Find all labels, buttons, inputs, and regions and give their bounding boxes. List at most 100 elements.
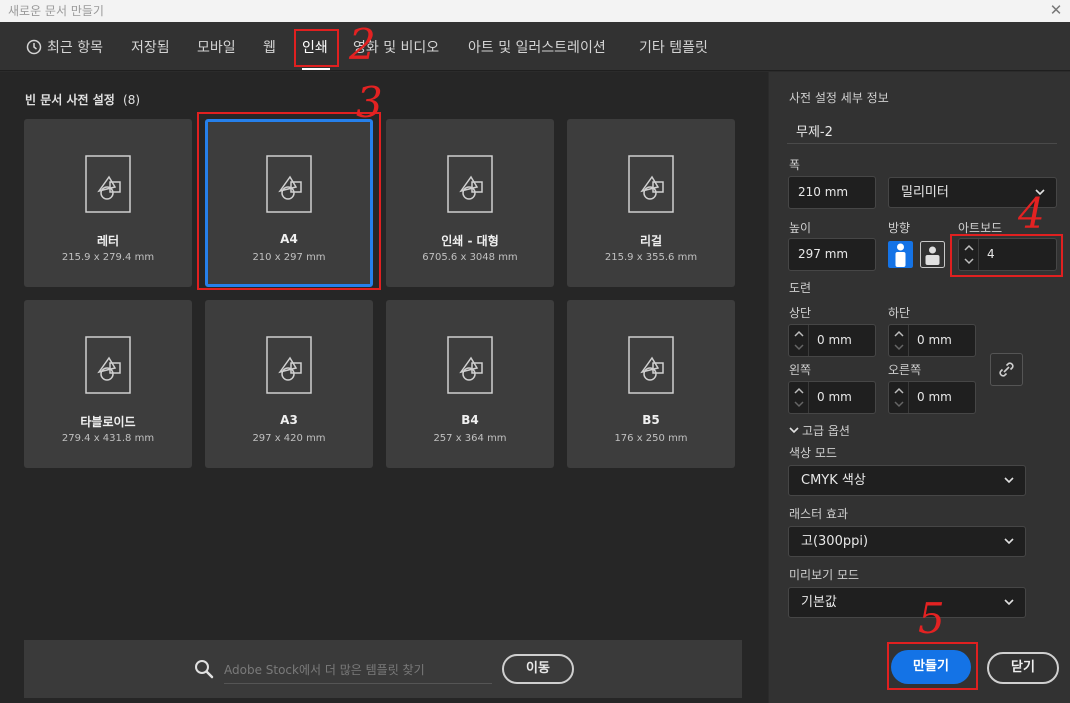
bleed-left-value: 0 mm (817, 390, 852, 404)
raster-effects-value: 고(300ppi) (801, 534, 869, 549)
chevron-up-icon[interactable] (894, 387, 904, 395)
preset-size: 279.4 x 431.8 mm (61, 433, 155, 444)
chevron-down-icon[interactable] (894, 400, 904, 408)
bleed-bottom-label: 하단 (888, 306, 911, 320)
document-icon (447, 155, 493, 213)
active-tab-indicator (302, 68, 330, 70)
color-mode-select[interactable]: CMYK 색상 (788, 465, 1026, 496)
presets-title-text: 빈 문서 사전 설정 (25, 93, 115, 107)
link-bleed-button[interactable] (990, 353, 1023, 386)
details-header: 사전 설정 세부 정보 (789, 91, 889, 105)
close-button[interactable]: 닫기 (987, 652, 1059, 684)
annotation-box-a4-card (197, 112, 381, 290)
preset-name: 리걸 (639, 234, 663, 248)
color-mode-value: CMYK 색상 (801, 473, 866, 488)
tab-recent[interactable]: 최근 항목 (26, 37, 103, 57)
document-icon (628, 336, 674, 394)
bleed-right-stepper[interactable]: 0 mm (888, 381, 976, 414)
tab-saved[interactable]: 저장됨 (131, 37, 170, 57)
bleed-left-label: 왼쪽 (789, 363, 812, 377)
width-label: 폭 (789, 158, 801, 172)
annotation-box-create (887, 642, 978, 690)
chevron-down-icon[interactable] (794, 343, 804, 351)
height-field[interactable]: 297 mm (788, 238, 876, 271)
preview-mode-label: 미리보기 모드 (789, 568, 860, 582)
preset-name: B4 (461, 413, 479, 427)
bleed-right-label: 오른쪽 (888, 363, 922, 377)
annotation-number-3: 3 (356, 78, 383, 127)
orientation-label: 방향 (888, 221, 911, 235)
document-name-field[interactable]: 무제-2 (787, 118, 1057, 144)
bleed-left-stepper[interactable]: 0 mm (788, 381, 876, 414)
stepper-arrows[interactable] (789, 325, 809, 356)
chevron-up-icon[interactable] (894, 330, 904, 338)
chevron-down-icon (1004, 599, 1014, 606)
preset-size: 176 x 250 mm (614, 433, 688, 444)
landscape-orientation-icon[interactable] (920, 241, 945, 268)
preset-size: 297 x 420 mm (252, 433, 326, 444)
window-titlebar: 새로운 문서 만들기 ✕ (0, 0, 1070, 22)
color-mode-label: 색상 모드 (789, 446, 837, 460)
preset-card-legal[interactable]: 리걸 215.9 x 355.6 mm (567, 119, 735, 287)
document-icon (85, 336, 131, 394)
advanced-options-toggle[interactable]: 고급 옵션 (789, 422, 850, 439)
chevron-down-icon[interactable] (794, 400, 804, 408)
preset-size: 257 x 364 mm (433, 433, 507, 444)
preset-name: 레터 (96, 234, 120, 248)
preset-card-a3[interactable]: A3 297 x 420 mm (205, 300, 373, 468)
category-tabbar: 최근 항목 저장됨 모바일 웹 인쇄 영화 및 비디오 아트 및 일러스트레이션… (0, 22, 1070, 71)
chevron-down-icon (1004, 477, 1014, 484)
search-icon[interactable] (194, 659, 214, 679)
preset-size: 215.9 x 355.6 mm (604, 252, 698, 263)
tab-mobile[interactable]: 모바일 (197, 37, 236, 57)
document-icon (628, 155, 674, 213)
bleed-top-stepper[interactable]: 0 mm (788, 324, 876, 357)
preset-name: B5 (642, 413, 660, 427)
preset-size: 6705.6 x 3048 mm (422, 252, 518, 263)
chevron-up-icon[interactable] (794, 330, 804, 338)
tab-art-illustration[interactable]: 아트 및 일러스트레이션 (468, 37, 606, 57)
close-icon[interactable]: ✕ (1048, 0, 1064, 20)
tab-web[interactable]: 웹 (263, 37, 276, 57)
preset-card-tabloid[interactable]: 타블로이드 279.4 x 431.8 mm (24, 300, 192, 468)
unit-select-value: 밀리미터 (901, 185, 949, 200)
stock-search-input[interactable] (224, 654, 492, 684)
link-icon (999, 362, 1014, 377)
annotation-number-2: 2 (349, 20, 376, 69)
preset-name: 인쇄 - 대형 (441, 234, 499, 248)
width-field[interactable]: 210 mm (788, 176, 876, 209)
bleed-bottom-stepper[interactable]: 0 mm (888, 324, 976, 357)
preset-card-b5[interactable]: B5 176 x 250 mm (567, 300, 735, 468)
bleed-top-label: 상단 (789, 306, 812, 320)
chevron-down-icon[interactable] (894, 343, 904, 351)
tab-more-templates[interactable]: 기타 템플릿 (639, 37, 708, 57)
raster-effects-label: 래스터 효과 (789, 507, 849, 521)
presets-title: 빈 문서 사전 설정 (8) (25, 91, 140, 108)
chevron-down-icon (789, 427, 799, 434)
chevron-up-icon[interactable] (794, 387, 804, 395)
preset-name: 타블로이드 (80, 415, 136, 429)
document-icon (266, 336, 312, 394)
presets-panel: 빈 문서 사전 설정 (8) 레터 215.9 x 279.4 mm A4 21… (0, 72, 768, 703)
annotation-box-artboards (950, 234, 1063, 277)
stepper-arrows[interactable] (889, 382, 909, 413)
bleed-right-value: 0 mm (917, 390, 952, 404)
raster-effects-select[interactable]: 고(300ppi) (788, 526, 1026, 557)
document-icon (447, 336, 493, 394)
clock-icon (26, 39, 42, 55)
window-title: 새로운 문서 만들기 (8, 4, 104, 18)
stock-search-bar: 이동 (24, 640, 742, 698)
annotation-number-5: 5 (918, 594, 945, 643)
preset-card-b4[interactable]: B4 257 x 364 mm (386, 300, 554, 468)
portrait-orientation-icon[interactable] (888, 241, 913, 268)
height-label: 높이 (789, 221, 812, 235)
preview-mode-select[interactable]: 기본값 (788, 587, 1026, 618)
stock-go-button[interactable]: 이동 (502, 654, 574, 684)
stepper-arrows[interactable] (889, 325, 909, 356)
document-icon (85, 155, 131, 213)
preset-card-print-large[interactable]: 인쇄 - 대형 6705.6 x 3048 mm (386, 119, 554, 287)
preset-size: 215.9 x 279.4 mm (61, 252, 155, 263)
preview-mode-value: 기본값 (801, 595, 837, 610)
stepper-arrows[interactable] (789, 382, 809, 413)
preset-card-letter[interactable]: 레터 215.9 x 279.4 mm (24, 119, 192, 287)
